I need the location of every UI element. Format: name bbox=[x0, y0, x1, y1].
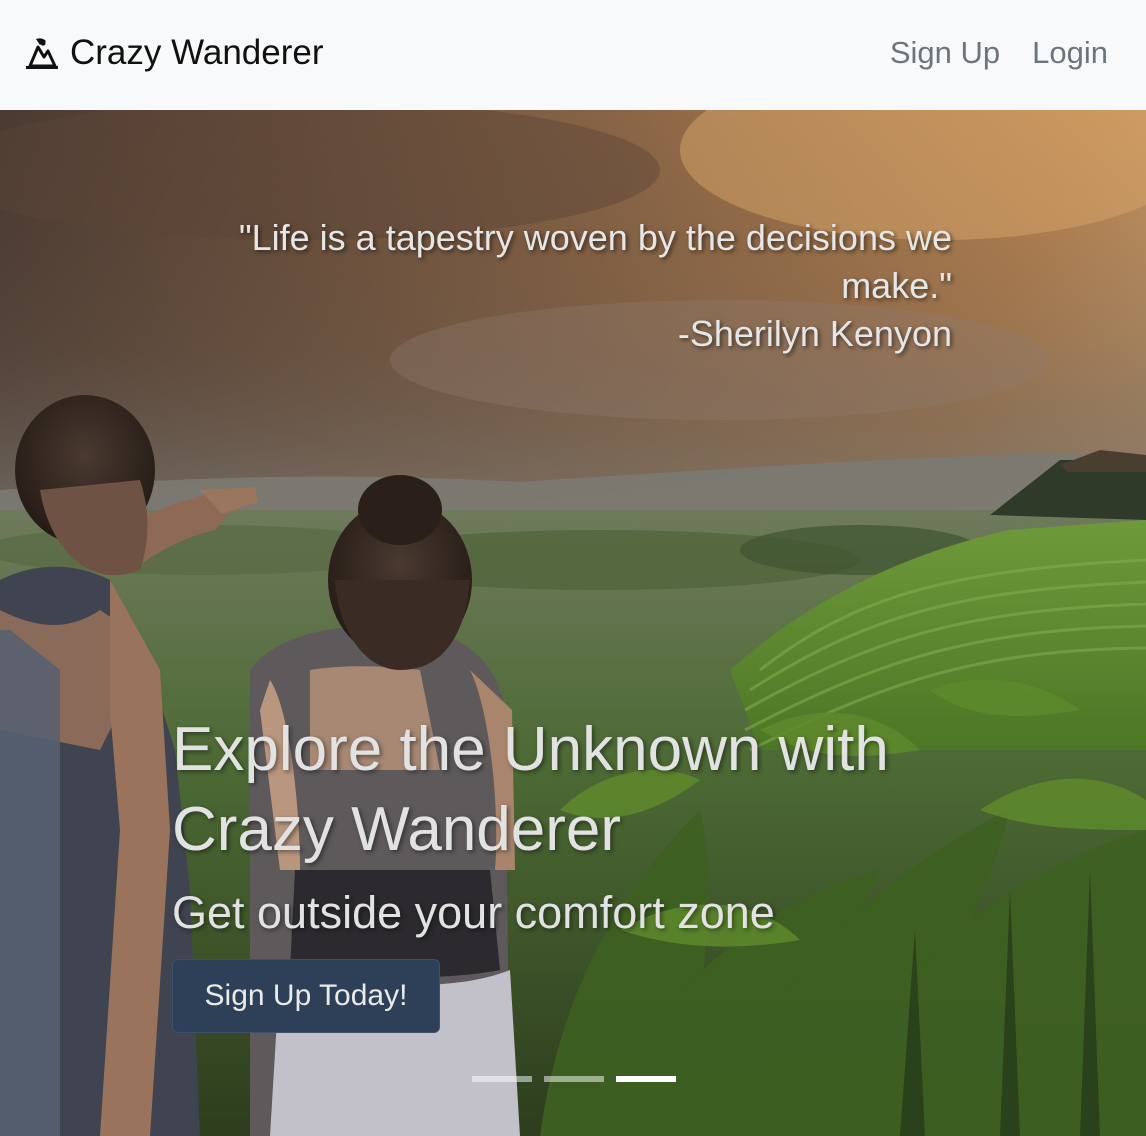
carousel-indicator-2[interactable] bbox=[544, 1076, 604, 1082]
hero-subheadline: Get outside your comfort zone bbox=[172, 887, 775, 938]
nav-login-link[interactable]: Login bbox=[1032, 35, 1108, 71]
quote-author: -Sherilyn Kenyon bbox=[677, 313, 952, 354]
navbar: Crazy Wanderer Sign Up Login bbox=[0, 0, 1146, 110]
signup-today-button[interactable]: Sign Up Today! bbox=[172, 959, 440, 1033]
nav-signup-link[interactable]: Sign Up bbox=[890, 35, 1000, 71]
hero-headline: Explore the Unknown with Crazy Wanderer bbox=[172, 715, 889, 864]
hero-quote: "Life is a tapestry woven by the decisio… bbox=[150, 214, 952, 358]
carousel-indicators bbox=[472, 1076, 676, 1082]
brand-name: Crazy Wanderer bbox=[70, 33, 324, 72]
quote-text: "Life is a tapestry woven by the decisio… bbox=[238, 217, 952, 306]
mountain-climber-icon bbox=[26, 38, 58, 69]
carousel-indicator-1[interactable] bbox=[472, 1076, 532, 1082]
brand-link[interactable]: Crazy Wanderer bbox=[24, 30, 324, 76]
hero-carousel: "Life is a tapestry woven by the decisio… bbox=[0, 110, 1146, 1136]
nav-links: Sign Up Login bbox=[890, 30, 1108, 76]
carousel-indicator-3[interactable] bbox=[616, 1076, 676, 1082]
